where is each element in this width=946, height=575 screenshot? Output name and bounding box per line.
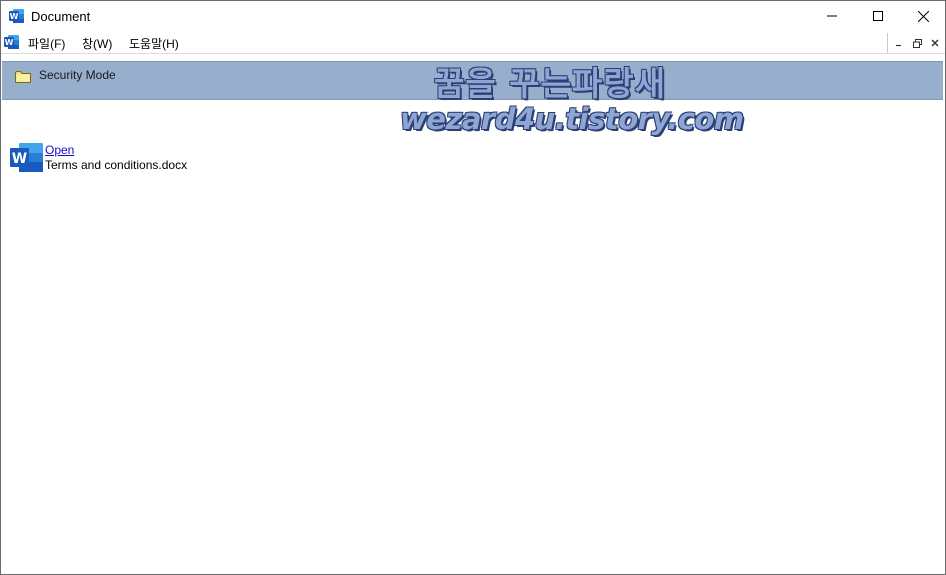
menu-file[interactable]: 파일(F) [28, 35, 65, 52]
security-mode-label: Security Mode [39, 68, 116, 82]
title-bar[interactable]: W Document [1, 1, 945, 31]
watermark-title: 꿈을 꾸는파랑새 [434, 64, 667, 103]
minimize-button[interactable] [809, 1, 855, 31]
mdi-controls [887, 33, 945, 53]
app-window: W Document W 파일(F) 창(W) 도움말(H) Security … [0, 0, 946, 575]
maximize-icon [873, 11, 883, 21]
word-doc-menu-icon[interactable]: W [4, 34, 20, 50]
restore-icon [912, 38, 922, 48]
mdi-close-button[interactable] [927, 36, 943, 50]
svg-text:W: W [10, 12, 19, 21]
word-document-icon: W [10, 143, 43, 172]
mdi-minimize-button[interactable] [891, 36, 907, 50]
window-title: Document [31, 9, 91, 24]
svg-text:W: W [5, 38, 14, 47]
maximize-button[interactable] [855, 1, 901, 31]
svg-text:W: W [12, 151, 27, 167]
menu-bar: W 파일(F) 창(W) 도움말(H) [1, 31, 945, 53]
close-button[interactable] [900, 1, 945, 31]
document-filename: Terms and conditions.docx [45, 158, 188, 172]
close-icon [931, 39, 939, 47]
minimize-icon [827, 15, 837, 17]
document-entry: W Open Terms and conditions.docx [10, 142, 270, 174]
mdi-restore-button[interactable] [909, 36, 925, 50]
menu-window[interactable]: 창(W) [82, 35, 112, 52]
close-icon [917, 10, 929, 22]
minimize-icon [896, 44, 901, 47]
menu-separator [1, 53, 945, 54]
open-link[interactable]: Open [45, 143, 74, 157]
watermark-url: wezard4u.tistory.com [400, 102, 744, 136]
menu-help[interactable]: 도움말(H) [129, 35, 179, 52]
folder-icon [15, 70, 31, 83]
word-icon: W [9, 8, 25, 24]
